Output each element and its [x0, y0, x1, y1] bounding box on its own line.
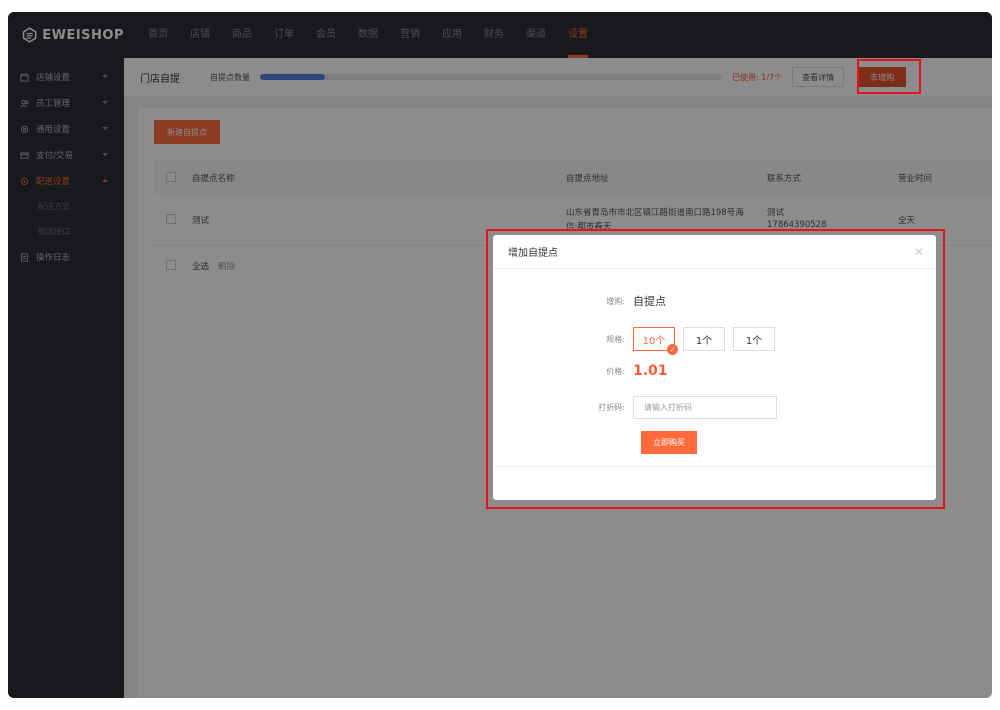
highlight-box-dialog: [486, 229, 945, 509]
highlight-box-buy-button: [857, 59, 921, 94]
